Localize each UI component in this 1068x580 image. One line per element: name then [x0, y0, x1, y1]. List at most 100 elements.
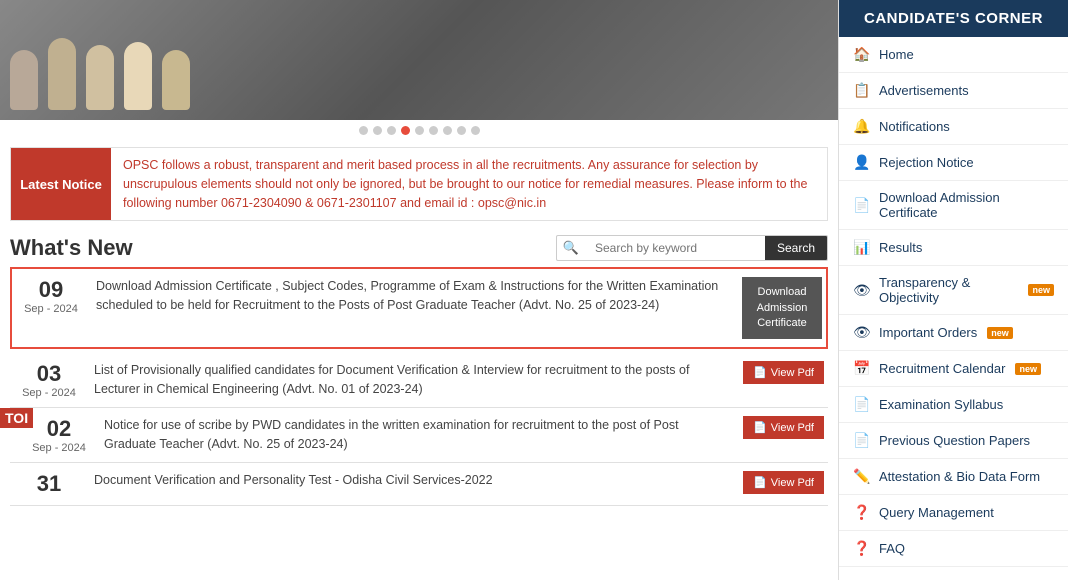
pdf-icon-1: 📄 — [753, 366, 767, 379]
sidebar-item-recruitment-calendar[interactable]: 📅 Recruitment Calendar new — [839, 351, 1068, 387]
news-month-0: Sep - 2024 — [16, 303, 86, 315]
sidebar-label-rejection: Rejection Notice — [879, 155, 974, 170]
news-day-1: 03 — [14, 361, 84, 387]
dot-6[interactable] — [429, 126, 438, 135]
news-item-2: TOI 02 Sep - 2024 Notice for use of scri… — [10, 408, 828, 463]
dot-1[interactable] — [359, 126, 368, 135]
sidebar-item-home[interactable]: 🏠 Home — [839, 37, 1068, 73]
view-pdf-button-2[interactable]: 📄 View Pdf — [743, 416, 824, 439]
news-text-3: Document Verification and Personality Te… — [84, 471, 743, 490]
whats-new-title: What's New — [10, 235, 133, 261]
dot-5[interactable] — [415, 126, 424, 135]
hero-banner: Chairperson of OPSC presenting the Annua… — [0, 0, 838, 120]
news-text-1: List of Provisionally qualified candidat… — [84, 361, 743, 399]
news-item-1: 03 Sep - 2024 List of Provisionally qual… — [10, 353, 828, 408]
view-pdf-button-3[interactable]: 📄 View Pdf — [743, 471, 824, 494]
sidebar-label-important-orders: Important Orders — [879, 325, 977, 340]
news-day-2: 02 — [24, 416, 94, 442]
news-action-3[interactable]: 📄 View Pdf — [743, 471, 824, 494]
download-cert-icon: 📄 — [853, 197, 871, 214]
home-icon: 🏠 — [853, 46, 871, 63]
important-orders-new-badge: new — [987, 327, 1013, 339]
news-text-0: Download Admission Certificate , Subject… — [86, 277, 742, 315]
pdf-icon-3: 📄 — [753, 476, 767, 489]
sidebar-item-prev-questions[interactable]: 📄 Previous Question Papers — [839, 423, 1068, 459]
view-pdf-label-1: View Pdf — [771, 367, 814, 379]
transparency-icon: 👁 — [853, 282, 871, 299]
sidebar-label-transparency: Transparency & Objectivity — [879, 275, 1018, 305]
sidebar-item-exam-syllabus[interactable]: 📄 Examination Syllabus — [839, 387, 1068, 423]
dot-4[interactable] — [401, 126, 410, 135]
news-date-1: 03 Sep - 2024 — [14, 361, 84, 399]
sidebar-item-query[interactable]: ❓ Query Management — [839, 495, 1068, 531]
dot-9[interactable] — [471, 126, 480, 135]
news-action-0[interactable]: Download Admission Certificate — [742, 277, 822, 339]
sidebar-item-faq[interactable]: ❓ FAQ — [839, 531, 1068, 567]
download-cert-button[interactable]: Download Admission Certificate — [742, 277, 822, 339]
pdf-icon-2: 📄 — [753, 421, 767, 434]
latest-notice: Latest Notice OPSC follows a robust, tra… — [10, 147, 828, 221]
sidebar-label-exam-syllabus: Examination Syllabus — [879, 397, 1003, 412]
dot-3[interactable] — [387, 126, 396, 135]
view-pdf-button-1[interactable]: 📄 View Pdf — [743, 361, 824, 384]
sidebar-label-recruitment-calendar: Recruitment Calendar — [879, 361, 1005, 376]
news-date-2: 02 Sep - 2024 — [24, 416, 94, 454]
sidebar-item-attestation[interactable]: ✏️ Attestation & Bio Data Form — [839, 459, 1068, 495]
news-action-2[interactable]: 📄 View Pdf — [743, 416, 824, 439]
sidebar: CANDIDATE'S CORNER 🏠 Home 📋 Advertisemen… — [838, 0, 1068, 580]
sidebar-label-download-cert: Download Admission Certificate — [879, 190, 1054, 220]
transparency-new-badge: new — [1028, 284, 1054, 296]
news-day-0: 09 — [16, 277, 86, 303]
search-bar: 🔍 Search — [556, 235, 828, 261]
news-text-2: Notice for use of scribe by PWD candidat… — [94, 416, 743, 454]
sidebar-label-faq: FAQ — [879, 541, 905, 556]
carousel-dots — [0, 120, 838, 141]
sidebar-label-prev-questions: Previous Question Papers — [879, 433, 1030, 448]
faq-icon: ❓ — [853, 540, 871, 557]
sidebar-label-notifications: Notifications — [879, 119, 950, 134]
sidebar-item-important-orders[interactable]: 👁 Important Orders new — [839, 315, 1068, 351]
sidebar-item-transparency[interactable]: 👁 Transparency & Objectivity new — [839, 266, 1068, 315]
sidebar-item-advertisements[interactable]: 📋 Advertisements — [839, 73, 1068, 109]
search-input[interactable] — [585, 236, 765, 260]
news-month-1: Sep - 2024 — [14, 387, 84, 399]
important-orders-icon: 👁 — [853, 324, 871, 341]
toi-badge: TOI — [0, 408, 33, 428]
recruitment-calendar-new-badge: new — [1015, 363, 1041, 375]
prev-questions-icon: 📄 — [853, 432, 871, 449]
search-icon: 🔍 — [557, 240, 585, 256]
dot-2[interactable] — [373, 126, 382, 135]
sidebar-item-rejection[interactable]: 👤 Rejection Notice — [839, 145, 1068, 181]
sidebar-item-results[interactable]: 📊 Results — [839, 230, 1068, 266]
sidebar-label-results: Results — [879, 240, 922, 255]
exam-syllabus-icon: 📄 — [853, 396, 871, 413]
sidebar-label-advertisements: Advertisements — [879, 83, 969, 98]
sidebar-label-attestation: Attestation & Bio Data Form — [879, 469, 1040, 484]
sidebar-title: CANDIDATE'S CORNER — [839, 0, 1068, 37]
sidebar-label-home: Home — [879, 47, 914, 62]
sidebar-item-notifications[interactable]: 🔔 Notifications — [839, 109, 1068, 145]
sidebar-item-download-cert[interactable]: 📄 Download Admission Certificate — [839, 181, 1068, 230]
dot-7[interactable] — [443, 126, 452, 135]
news-item-3: 31 Document Verification and Personality… — [10, 463, 828, 506]
search-button[interactable]: Search — [765, 236, 827, 260]
query-icon: ❓ — [853, 504, 871, 521]
news-month-2: Sep - 2024 — [24, 442, 94, 454]
sidebar-label-query: Query Management — [879, 505, 994, 520]
results-icon: 📊 — [853, 239, 871, 256]
dot-8[interactable] — [457, 126, 466, 135]
notifications-icon: 🔔 — [853, 118, 871, 135]
news-list: 09 Sep - 2024 Download Admission Certifi… — [10, 267, 828, 506]
attestation-icon: ✏️ — [853, 468, 871, 485]
news-action-1[interactable]: 📄 View Pdf — [743, 361, 824, 384]
news-item-0: 09 Sep - 2024 Download Admission Certifi… — [10, 267, 828, 349]
news-day-3: 31 — [14, 471, 84, 497]
view-pdf-label-2: View Pdf — [771, 422, 814, 434]
news-date-0: 09 Sep - 2024 — [16, 277, 86, 315]
news-date-3: 31 — [14, 471, 84, 497]
advertisements-icon: 📋 — [853, 82, 871, 99]
view-pdf-label-3: View Pdf — [771, 477, 814, 489]
recruitment-calendar-icon: 📅 — [853, 360, 871, 377]
notice-text: OPSC follows a robust, transparent and m… — [111, 148, 827, 220]
rejection-icon: 👤 — [853, 154, 871, 171]
